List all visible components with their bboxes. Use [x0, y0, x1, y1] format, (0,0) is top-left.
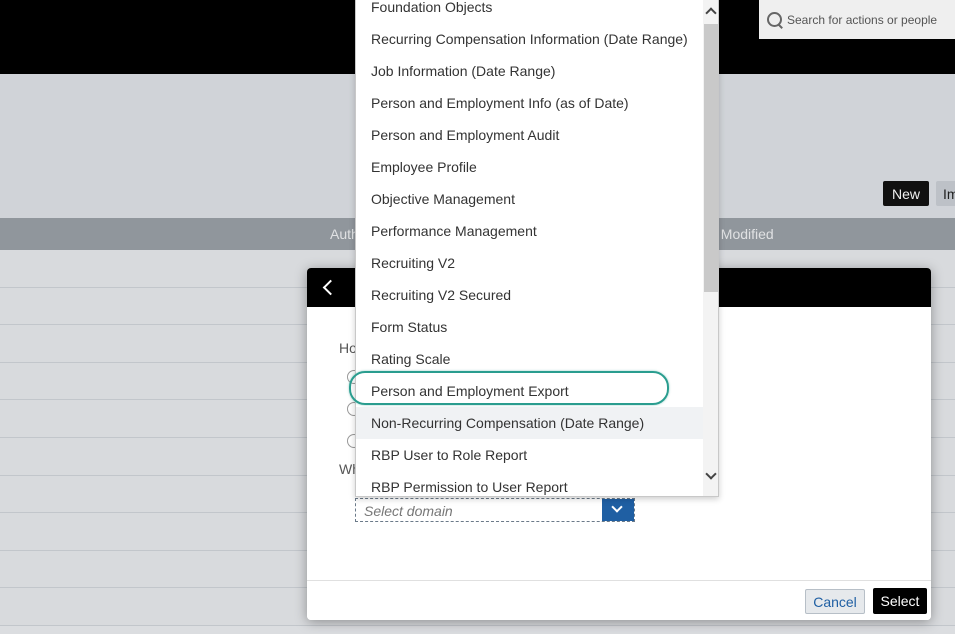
dropdown-option[interactable]: Form Status: [356, 311, 703, 343]
search-input[interactable]: Search for actions or people: [787, 13, 937, 27]
domain-select-toggle[interactable]: [602, 499, 634, 521]
dropdown-scrollbar[interactable]: [703, 0, 718, 496]
scroll-up-icon[interactable]: [705, 7, 717, 19]
dialog-footer: Cancel Select: [307, 580, 931, 620]
scrollbar-thumb[interactable]: [704, 24, 718, 292]
dropdown-option[interactable]: RBP Permission to User Report: [356, 471, 703, 496]
dropdown-option[interactable]: Employee Profile: [356, 151, 703, 183]
dropdown-option[interactable]: RBP User to Role Report: [356, 439, 703, 471]
dropdown-option[interactable]: Job Information (Date Range): [356, 55, 703, 87]
dropdown-option[interactable]: Foundation Objects: [356, 0, 703, 23]
dropdown-option[interactable]: Recruiting V2: [356, 247, 703, 279]
select-button[interactable]: Select: [873, 588, 927, 614]
dropdown-option-hovered[interactable]: Non-Recurring Compensation (Date Range): [356, 407, 703, 439]
dropdown-option[interactable]: Recruiting V2 Secured: [356, 279, 703, 311]
domain-select-placeholder: Select domain: [364, 503, 453, 519]
dropdown-option-highlighted[interactable]: Person and Employment Export: [356, 375, 703, 407]
dropdown-option[interactable]: Person and Employment Audit: [356, 119, 703, 151]
dropdown-option[interactable]: Rating Scale: [356, 343, 703, 375]
back-arrow-icon[interactable]: [321, 280, 335, 294]
dropdown-option[interactable]: Recurring Compensation Information (Date…: [356, 23, 703, 55]
dropdown-option[interactable]: Objective Management: [356, 183, 703, 215]
chevron-down-icon: [611, 501, 623, 513]
domain-dropdown-list[interactable]: Foundation Objects Recurring Compensatio…: [355, 0, 719, 497]
domain-select[interactable]: Select domain: [355, 498, 635, 522]
cancel-button[interactable]: Cancel: [805, 589, 865, 614]
search-box[interactable]: Search for actions or people: [759, 0, 955, 39]
search-icon: [765, 10, 785, 30]
scroll-down-icon[interactable]: [705, 468, 717, 480]
dropdown-option[interactable]: Person and Employment Info (as of Date): [356, 87, 703, 119]
dropdown-option[interactable]: Performance Management: [356, 215, 703, 247]
